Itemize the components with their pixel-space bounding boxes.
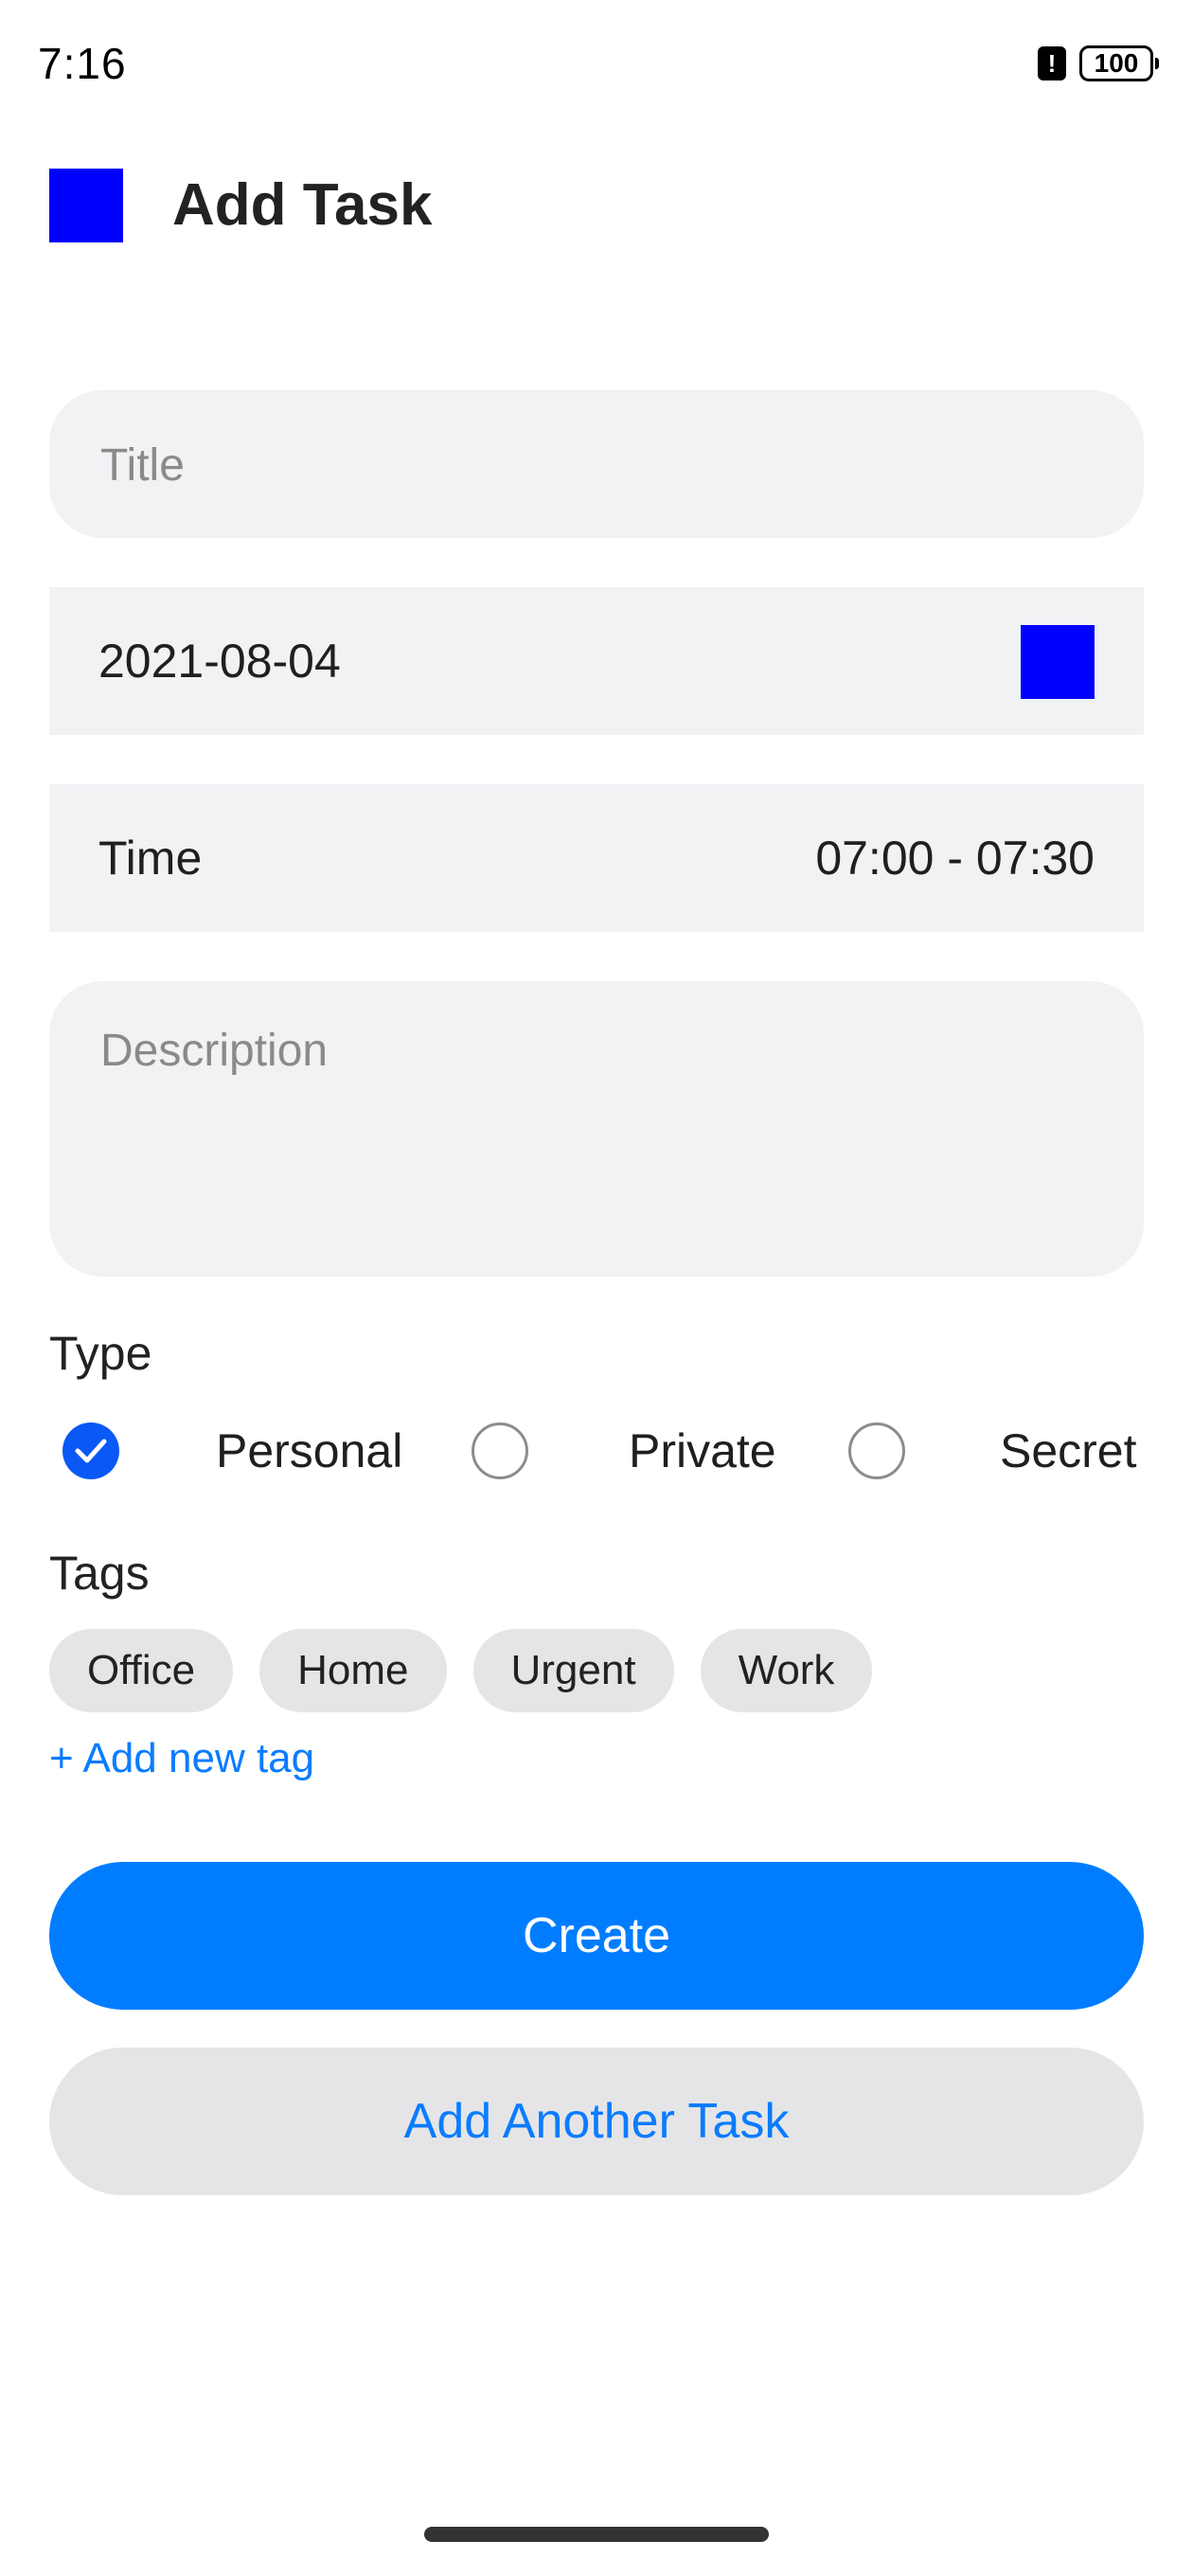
time-range-value: 07:00 - 07:30 xyxy=(815,832,1095,885)
calendar-icon[interactable] xyxy=(1021,625,1095,699)
tag-chip[interactable]: Work xyxy=(700,1629,873,1712)
tag-chip[interactable]: Urgent xyxy=(472,1629,674,1712)
status-time: 7:16 xyxy=(38,39,127,88)
status-icons: ! 100 xyxy=(1038,45,1159,81)
radio-label-private[interactable]: Private xyxy=(629,1417,776,1485)
tag-chip[interactable]: Office xyxy=(49,1629,234,1712)
description-field[interactable] xyxy=(49,981,1144,1277)
tags-label: Tags xyxy=(49,1547,150,1600)
time-field[interactable]: Time 07:00 - 07:30 xyxy=(49,784,1144,932)
tag-chip[interactable]: Home xyxy=(259,1629,447,1712)
title-field[interactable] xyxy=(49,390,1144,540)
date-field[interactable]: 2021-08-04 xyxy=(49,587,1144,735)
type-radio-group: Personal Private Secret xyxy=(49,1417,1144,1485)
battery-icon: 100 xyxy=(1079,45,1159,81)
tag-list: Office Home Urgent Work xyxy=(49,1629,873,1712)
date-value: 2021-08-04 xyxy=(98,635,341,688)
page-title: Add Task xyxy=(172,172,433,238)
radio-secret[interactable] xyxy=(848,1422,905,1479)
radio-personal[interactable] xyxy=(62,1422,119,1479)
time-label: Time xyxy=(98,832,203,885)
description-input[interactable] xyxy=(98,1023,1096,1235)
radio-label-secret[interactable]: Secret xyxy=(1000,1417,1137,1485)
radio-label-personal[interactable]: Personal xyxy=(216,1417,402,1485)
create-button[interactable]: Create xyxy=(49,1862,1144,2010)
type-label: Type xyxy=(49,1327,152,1380)
add-another-task-button[interactable]: Add Another Task xyxy=(49,2048,1144,2195)
add-new-tag-link[interactable]: + Add new tag xyxy=(49,1735,314,1782)
radio-private[interactable] xyxy=(472,1422,528,1479)
title-input[interactable] xyxy=(98,390,1096,540)
status-bar: 7:16 ! 100 xyxy=(0,0,1193,133)
app-logo-icon[interactable] xyxy=(49,169,123,242)
check-icon xyxy=(75,1439,107,1463)
home-indicator[interactable] xyxy=(424,2527,769,2542)
alert-icon: ! xyxy=(1038,46,1066,80)
